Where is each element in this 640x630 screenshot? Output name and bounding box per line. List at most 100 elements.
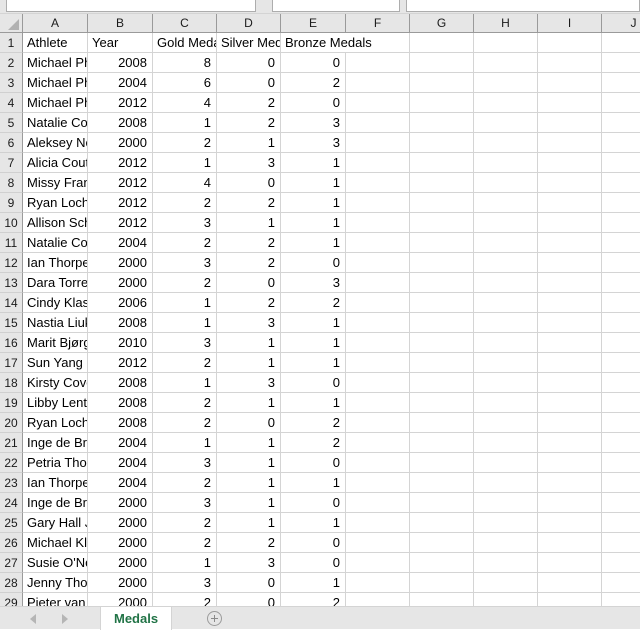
cell-E21[interactable]: 2 [281, 433, 346, 453]
cell-I23[interactable] [538, 473, 602, 493]
cell-B24[interactable]: 2000 [88, 493, 153, 513]
cell-D11[interactable]: 2 [217, 233, 281, 253]
cell-B16[interactable]: 2010 [88, 333, 153, 353]
cell-H9[interactable] [474, 193, 538, 213]
cell-I28[interactable] [538, 573, 602, 593]
cell-G27[interactable] [410, 553, 474, 573]
cell-E18[interactable]: 0 [281, 373, 346, 393]
cell-J1[interactable] [602, 33, 640, 53]
cell-B19[interactable]: 2008 [88, 393, 153, 413]
cell-G15[interactable] [410, 313, 474, 333]
cell-E14[interactable]: 2 [281, 293, 346, 313]
cell-E8[interactable]: 1 [281, 173, 346, 193]
cell-A8[interactable]: Missy Franklin [23, 173, 88, 193]
cell-I25[interactable] [538, 513, 602, 533]
cell-F17[interactable] [346, 353, 410, 373]
cell-C5[interactable]: 1 [153, 113, 217, 133]
cell-D7[interactable]: 3 [217, 153, 281, 173]
cell-I16[interactable] [538, 333, 602, 353]
cell-E10[interactable]: 1 [281, 213, 346, 233]
cell-G16[interactable] [410, 333, 474, 353]
cell-J14[interactable] [602, 293, 640, 313]
cell-I27[interactable] [538, 553, 602, 573]
cell-C20[interactable]: 2 [153, 413, 217, 433]
cell-C6[interactable]: 2 [153, 133, 217, 153]
cell-E7[interactable]: 1 [281, 153, 346, 173]
row-header-14[interactable]: 14 [0, 293, 23, 313]
cell-D9[interactable]: 2 [217, 193, 281, 213]
row-header-26[interactable]: 26 [0, 533, 23, 553]
row-header-7[interactable]: 7 [0, 153, 23, 173]
cell-F25[interactable] [346, 513, 410, 533]
cell-I3[interactable] [538, 73, 602, 93]
cell-J7[interactable] [602, 153, 640, 173]
cell-A12[interactable]: Ian Thorpe [23, 253, 88, 273]
cell-A25[interactable]: Gary Hall Jr. [23, 513, 88, 533]
cell-E22[interactable]: 0 [281, 453, 346, 473]
cell-G8[interactable] [410, 173, 474, 193]
cell-F28[interactable] [346, 573, 410, 593]
cell-F13[interactable] [346, 273, 410, 293]
row-header-4[interactable]: 4 [0, 93, 23, 113]
cell-F19[interactable] [346, 393, 410, 413]
cell-E26[interactable]: 0 [281, 533, 346, 553]
column-header-J[interactable]: J [602, 14, 640, 33]
cell-E13[interactable]: 3 [281, 273, 346, 293]
previous-sheet-icon[interactable] [30, 614, 36, 624]
cell-J20[interactable] [602, 413, 640, 433]
cell-B13[interactable]: 2000 [88, 273, 153, 293]
cell-G12[interactable] [410, 253, 474, 273]
cell-B17[interactable]: 2012 [88, 353, 153, 373]
cell-D20[interactable]: 0 [217, 413, 281, 433]
cell-F23[interactable] [346, 473, 410, 493]
cell-C19[interactable]: 2 [153, 393, 217, 413]
cell-F6[interactable] [346, 133, 410, 153]
cell-G17[interactable] [410, 353, 474, 373]
cell-H1[interactable] [474, 33, 538, 53]
cell-A10[interactable]: Allison Schmitt [23, 213, 88, 233]
cell-A9[interactable]: Ryan Lochte [23, 193, 88, 213]
cell-F20[interactable] [346, 413, 410, 433]
row-header-17[interactable]: 17 [0, 353, 23, 373]
cell-H8[interactable] [474, 173, 538, 193]
cell-H22[interactable] [474, 453, 538, 473]
cell-E2[interactable]: 0 [281, 53, 346, 73]
row-header-2[interactable]: 2 [0, 53, 23, 73]
cell-I21[interactable] [538, 433, 602, 453]
cell-B23[interactable]: 2004 [88, 473, 153, 493]
row-header-22[interactable]: 22 [0, 453, 23, 473]
row-header-20[interactable]: 20 [0, 413, 23, 433]
cell-A5[interactable]: Natalie Coughlin [23, 113, 88, 133]
toolbar-control-3[interactable] [406, 0, 640, 12]
cell-D3[interactable]: 0 [217, 73, 281, 93]
cell-G10[interactable] [410, 213, 474, 233]
cell-F27[interactable] [346, 553, 410, 573]
cell-G2[interactable] [410, 53, 474, 73]
cell-D26[interactable]: 2 [217, 533, 281, 553]
row-header-24[interactable]: 24 [0, 493, 23, 513]
cell-B15[interactable]: 2008 [88, 313, 153, 333]
cell-C4[interactable]: 4 [153, 93, 217, 113]
cell-A3[interactable]: Michael Phelps [23, 73, 88, 93]
cell-C24[interactable]: 3 [153, 493, 217, 513]
cell-A17[interactable]: Sun Yang [23, 353, 88, 373]
cell-J13[interactable] [602, 273, 640, 293]
cell-C26[interactable]: 2 [153, 533, 217, 553]
cell-G25[interactable] [410, 513, 474, 533]
cell-A27[interactable]: Susie O'Neill [23, 553, 88, 573]
cell-E11[interactable]: 1 [281, 233, 346, 253]
cell-B9[interactable]: 2012 [88, 193, 153, 213]
cell-G22[interactable] [410, 453, 474, 473]
cell-E28[interactable]: 1 [281, 573, 346, 593]
cell-I6[interactable] [538, 133, 602, 153]
cell-B3[interactable]: 2004 [88, 73, 153, 93]
cell-J17[interactable] [602, 353, 640, 373]
cell-I2[interactable] [538, 53, 602, 73]
cell-B18[interactable]: 2008 [88, 373, 153, 393]
cell-C18[interactable]: 1 [153, 373, 217, 393]
cell-D25[interactable]: 1 [217, 513, 281, 533]
row-header-13[interactable]: 13 [0, 273, 23, 293]
cell-B5[interactable]: 2008 [88, 113, 153, 133]
cell-F12[interactable] [346, 253, 410, 273]
cell-C10[interactable]: 3 [153, 213, 217, 233]
